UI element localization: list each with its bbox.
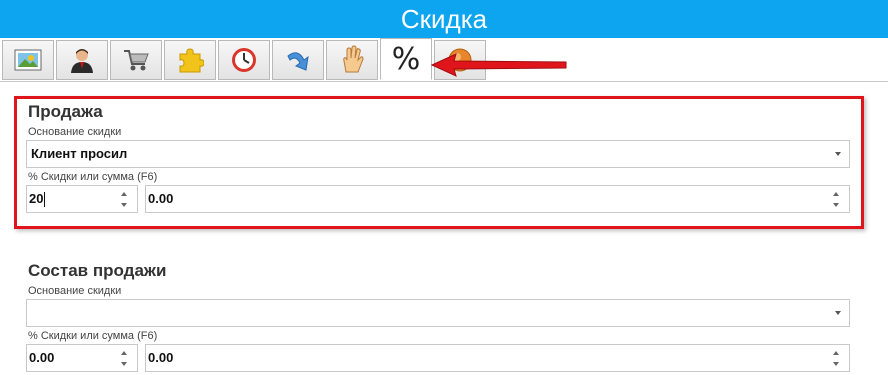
- spin-down-icon[interactable]: [833, 362, 839, 366]
- hand-icon: [338, 45, 366, 75]
- text-cursor: [44, 192, 46, 208]
- sale-reason-combo[interactable]: Клиент просил: [26, 140, 850, 168]
- redo-button[interactable]: [272, 40, 324, 80]
- discount-tab[interactable]: %: [380, 38, 432, 80]
- redo-arrow-icon: [284, 46, 312, 74]
- clock-button[interactable]: [218, 40, 270, 80]
- user-button[interactable]: [56, 40, 108, 80]
- picture-button[interactable]: [2, 40, 54, 80]
- cart-icon: [122, 47, 150, 73]
- composition-reason-label: Основание скидки: [28, 285, 122, 297]
- spin-up-icon[interactable]: [833, 192, 839, 196]
- sale-reason-label: Основание скидки: [28, 126, 122, 138]
- sale-percent-spinner[interactable]: 20: [26, 185, 138, 213]
- composition-reason-combo[interactable]: [26, 299, 850, 327]
- composition-section-title: Состав продажи: [28, 261, 167, 280]
- sale-amount-spinner[interactable]: 0.00: [145, 185, 850, 213]
- composition-percent-value: 0.00: [29, 350, 55, 365]
- chevron-down-icon[interactable]: [835, 152, 841, 156]
- sale-percent-value: 20: [29, 191, 44, 206]
- puzzle-icon: [176, 46, 204, 74]
- spin-up-icon[interactable]: [121, 192, 127, 196]
- sale-section-title: Продажа: [28, 102, 103, 121]
- spin-down-icon[interactable]: [833, 203, 839, 207]
- chevron-down-icon[interactable]: [835, 311, 841, 315]
- composition-amount-value: 0.00: [148, 350, 174, 365]
- red-arrow-icon: [430, 53, 567, 77]
- sale-reason-value: Клиент просил: [31, 146, 128, 161]
- composition-amount-spinner[interactable]: 0.00: [145, 344, 850, 372]
- picture-icon: [14, 48, 42, 72]
- composition-percent-spinner[interactable]: 0.00: [26, 344, 138, 372]
- hand-button[interactable]: [326, 40, 378, 80]
- spin-down-icon[interactable]: [121, 362, 127, 366]
- window-title: Скидка: [0, 0, 888, 38]
- cart-button[interactable]: [110, 40, 162, 80]
- clock-icon: [230, 46, 258, 74]
- sale-amount-value: 0.00: [148, 191, 174, 206]
- percent-icon: %: [391, 41, 421, 77]
- puzzle-button[interactable]: [164, 40, 216, 80]
- spin-up-icon[interactable]: [121, 351, 127, 355]
- sale-discount-label: % Скидки или сумма (F6): [28, 171, 158, 183]
- spin-up-icon[interactable]: [833, 351, 839, 355]
- user-icon: [68, 46, 96, 74]
- composition-discount-label: % Скидки или сумма (F6): [28, 330, 158, 342]
- spin-down-icon[interactable]: [121, 203, 127, 207]
